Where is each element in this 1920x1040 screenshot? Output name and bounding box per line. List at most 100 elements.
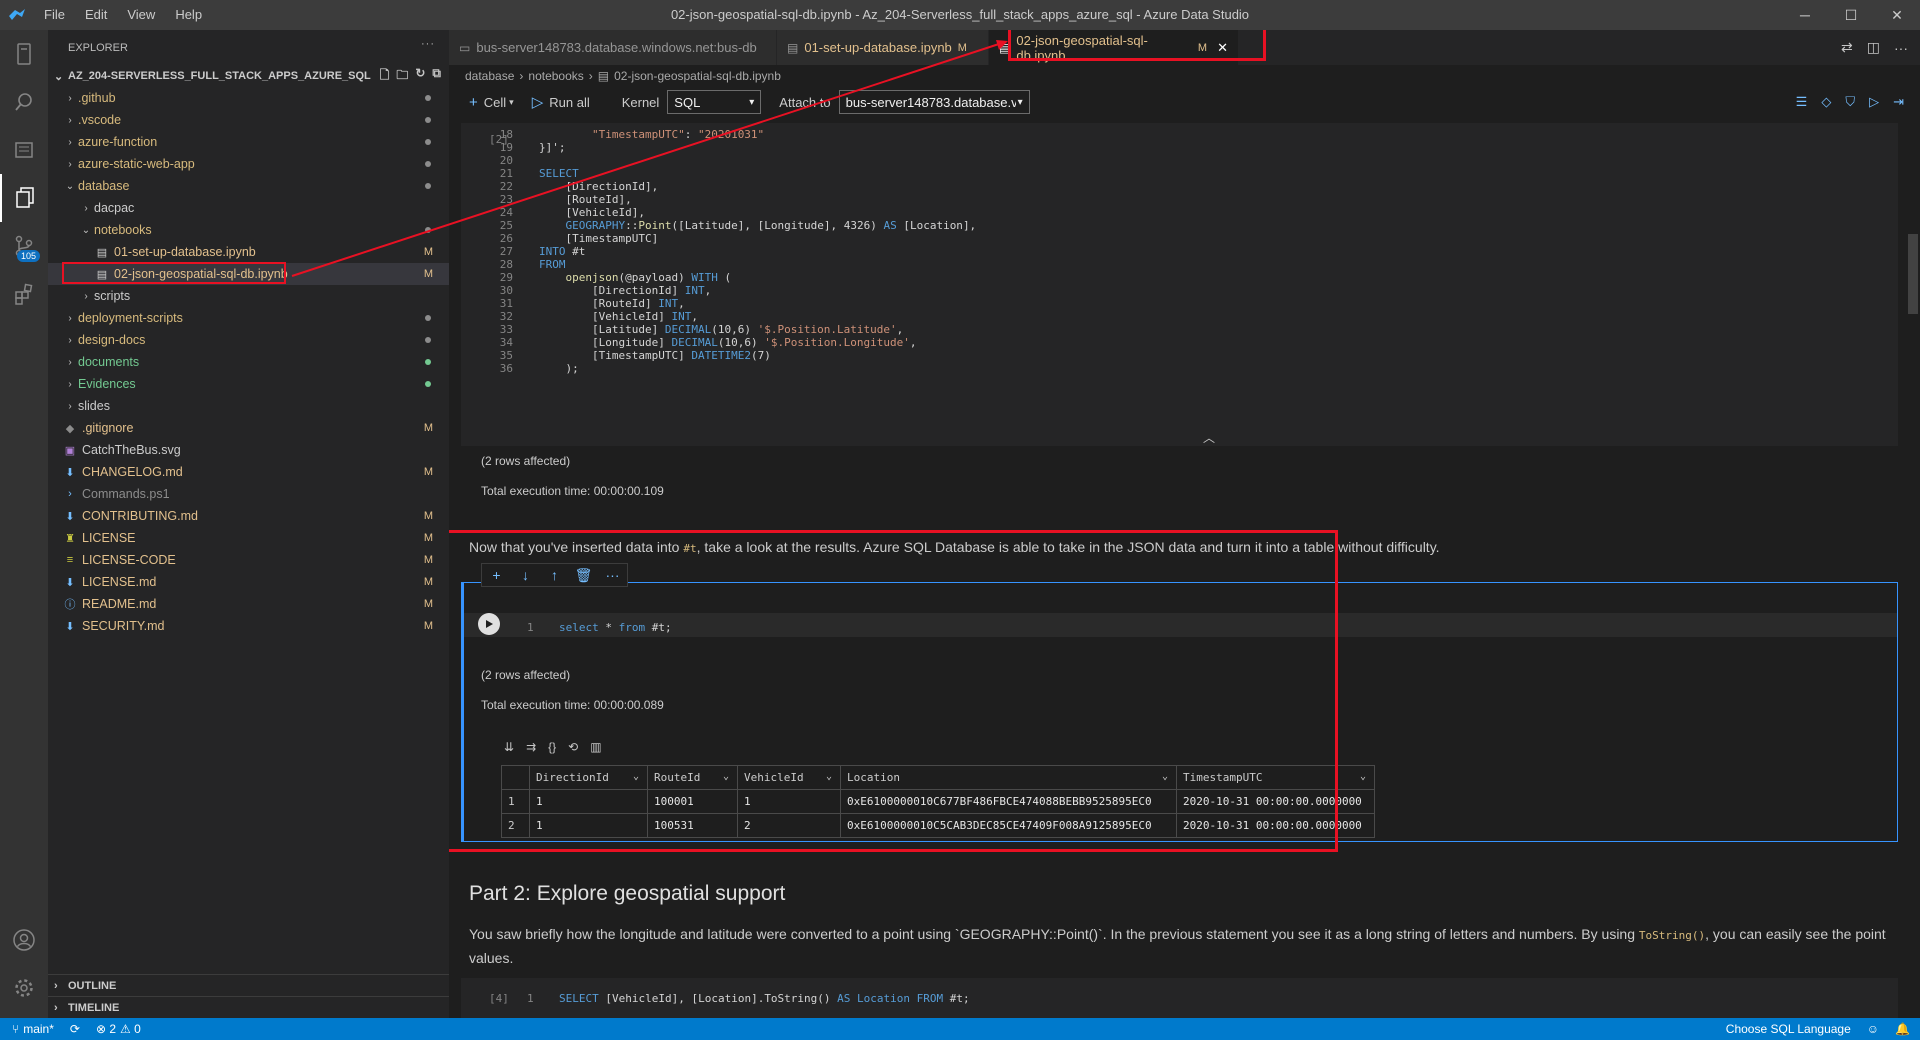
problems-indicator[interactable]: ⊗ 2 ⚠ 0 [88,1022,149,1036]
tree-item-database[interactable]: ⌄ database [48,175,449,197]
grid-cell[interactable]: 2020-10-31 00:00:00.0000000 [1176,813,1375,838]
tree-item-deployment-scripts[interactable]: › deployment-scripts [48,307,449,329]
grid-cell[interactable]: 0xE6100000010C5CAB3DEC85CE47409F008A9125… [840,813,1177,838]
tree-item-01-set-up-database[interactable]: ▤ 01-set-up-database.ipynb M [48,241,449,263]
tree-item-catchthebus-svg[interactable]: ▣ CatchTheBus.svg [48,439,449,461]
grid-column-header[interactable]: DirectionId ⌄ [529,765,648,790]
more-actions-icon[interactable]: ··· [598,564,627,586]
maximize-button[interactable]: ☐ [1828,0,1874,30]
table-row[interactable]: 2 1 100531 2 0xE6100000010C5CAB3DEC85CE4… [501,813,1375,838]
chevron-down-icon[interactable]: ⌄ [1162,771,1168,782]
grid-cell[interactable]: 2020-10-31 00:00:00.0000000 [1176,789,1375,814]
notebooks-icon[interactable] [0,126,48,174]
chevron-down-icon[interactable]: ⌄ [633,771,639,782]
tab-bus-db-connection[interactable]: ▭ bus-server148783.database.windows.net:… [449,30,777,65]
grid-column-header[interactable]: Location ⌄ [840,765,1177,790]
tree-item-gitignore[interactable]: ◆ .gitignore M [48,417,449,439]
code-cell-1[interactable]: [2] 18 "TimestampUTC": "20201031" 19}]'; 2… [461,123,1898,446]
breadcrumb-item[interactable]: notebooks [528,69,583,83]
timeline-section[interactable]: › TIMELINE [48,996,449,1018]
run-all-button[interactable]: ▷ Run all [532,93,590,111]
move-up-icon[interactable]: ↑ [540,564,569,586]
branch-indicator[interactable]: ⑂ main* [0,1022,62,1036]
grid-column-header[interactable]: TimestampUTC ⌄ [1176,765,1375,790]
grid-column-header[interactable]: VehicleId ⌄ [737,765,841,790]
outline-section[interactable]: › OUTLINE [48,974,449,996]
grid-column-header[interactable]: RouteId ⌄ [647,765,738,790]
tree-item-license-code[interactable]: ≡ LICENSE-CODE M [48,549,449,571]
tree-item-commands-ps1[interactable]: › Commands.ps1 [48,483,449,505]
tree-item-02-json-geospatial[interactable]: ▤ 02-json-geospatial-sql-db.ipynb M [48,263,449,285]
minimize-button[interactable]: ─ [1782,0,1828,30]
tree-item-readme[interactable]: ⓘ README.md M [48,593,449,615]
tree-item-evidences[interactable]: › Evidences [48,373,449,395]
workspace-root[interactable]: ⌄ AZ_204-SERVERLESS_FULL_STACK_APPS_AZUR… [48,65,449,87]
add-cell-icon[interactable]: + [482,564,511,586]
language-selector[interactable]: Choose SQL Language [1726,1022,1851,1036]
tree-item-vscode[interactable]: › .vscode [48,109,449,131]
chevron-down-icon[interactable]: ⌄ [1360,771,1366,782]
grid-cell[interactable]: 100531 [647,813,738,838]
menu-edit[interactable]: Edit [75,0,117,30]
tab-02-json-geospatial[interactable]: ▤ 02-json-geospatial-sql-db.ipynb M ✕ [989,30,1239,65]
grid-cell[interactable]: 100001 [647,789,738,814]
table-row[interactable]: 1 1 100001 1 0xE6100000010C677BF486FBCE4… [501,789,1375,814]
results-grid[interactable]: DirectionId ⌄ RouteId ⌄ VehicleId ⌄ Locatio… [501,765,1375,838]
code-cell-3[interactable]: [4] 1 SELECT [VehicleId], [Location].ToS… [461,978,1898,1018]
tree-item-slides[interactable]: › slides [48,395,449,417]
grid-cell[interactable]: 1 [529,789,648,814]
feedback-icon[interactable]: ☺ [1867,1022,1879,1036]
add-cell-button[interactable]: + Cell ▾ [469,94,514,111]
source-control-icon[interactable]: 105 [0,222,48,270]
tree-item-license-md[interactable]: ⬇ LICENSE.md M [48,571,449,593]
tree-item-design-docs[interactable]: › design-docs [48,329,449,351]
grid-cell[interactable]: 0xE6100000010C677BF486FBCE474088BEBB9525… [840,789,1177,814]
trust-shield-icon[interactable]: ⛉ [1845,94,1855,110]
run-cell-button[interactable] [478,613,500,635]
breadcrumb-item[interactable]: 02-json-geospatial-sql-db.ipynb [614,69,781,83]
sync-button[interactable]: ⟳ [62,1022,88,1036]
vertical-scrollbar[interactable] [1908,234,1918,314]
tree-item-notebooks[interactable]: ⌄ notebooks [48,219,449,241]
breadcrumb-item[interactable]: database [465,69,514,83]
settings-gear-icon[interactable] [0,964,48,1012]
save-excel-icon[interactable]: ⇉ [526,740,536,754]
notifications-bell-icon[interactable]: 🔔 [1895,1022,1910,1036]
close-tab-icon[interactable]: ✕ [1217,40,1228,56]
grid-cell[interactable]: 1 [529,813,648,838]
more-actions-icon[interactable]: ··· [1894,40,1908,56]
tree-item-documents[interactable]: › documents [48,351,449,373]
more-actions-button[interactable]: ··· [421,38,435,50]
new-file-icon[interactable]: 🗋 [380,66,390,87]
save-csv-icon[interactable]: ⇊ [504,740,514,754]
tree-item-azure-function[interactable]: › azure-function [48,131,449,153]
split-editor-icon[interactable]: ◫ [1867,39,1880,56]
explorer-icon[interactable] [0,174,48,222]
tree-item-dacpac[interactable]: › dacpac [48,197,449,219]
collapse-all-icon[interactable]: ⧉ [432,66,441,87]
move-down-icon[interactable]: ↓ [511,564,540,586]
delete-icon[interactable]: 🗑 [569,564,598,586]
attach-to-select[interactable]: bus-server148783.database.v ▾ [838,90,1030,114]
run-icon[interactable]: ▷ [1869,94,1879,110]
compare-icon[interactable]: ⇄ [1841,39,1853,56]
tree-item-license[interactable]: ♜ LICENSE M [48,527,449,549]
chevron-down-icon[interactable]: ⌄ [723,771,729,782]
tree-item-changelog[interactable]: ⬇ CHANGELOG.md M [48,461,449,483]
chevron-up-icon[interactable]: ︿ [1203,429,1215,446]
menu-help[interactable]: Help [165,0,212,30]
tree-item-contributing[interactable]: ⬇ CONTRIBUTING.md M [48,505,449,527]
tree-item-github[interactable]: › .github [48,87,449,109]
new-folder-icon[interactable]: 🗀 [396,66,408,87]
save-json-icon[interactable]: {} [548,740,556,754]
tab-01-set-up-database[interactable]: ▤ 01-set-up-database.ipynb M [777,30,989,65]
search-icon[interactable] [0,78,48,126]
toc-icon[interactable]: ☰ [1796,94,1808,110]
grid-cell[interactable]: 1 [737,789,841,814]
tree-item-scripts[interactable]: › scripts [48,285,449,307]
connections-icon[interactable] [0,30,48,78]
grid-cell[interactable]: 2 [737,813,841,838]
kernel-select[interactable]: SQL ▾ [667,90,762,114]
menu-file[interactable]: File [34,0,75,30]
extensions-icon[interactable] [0,270,48,318]
